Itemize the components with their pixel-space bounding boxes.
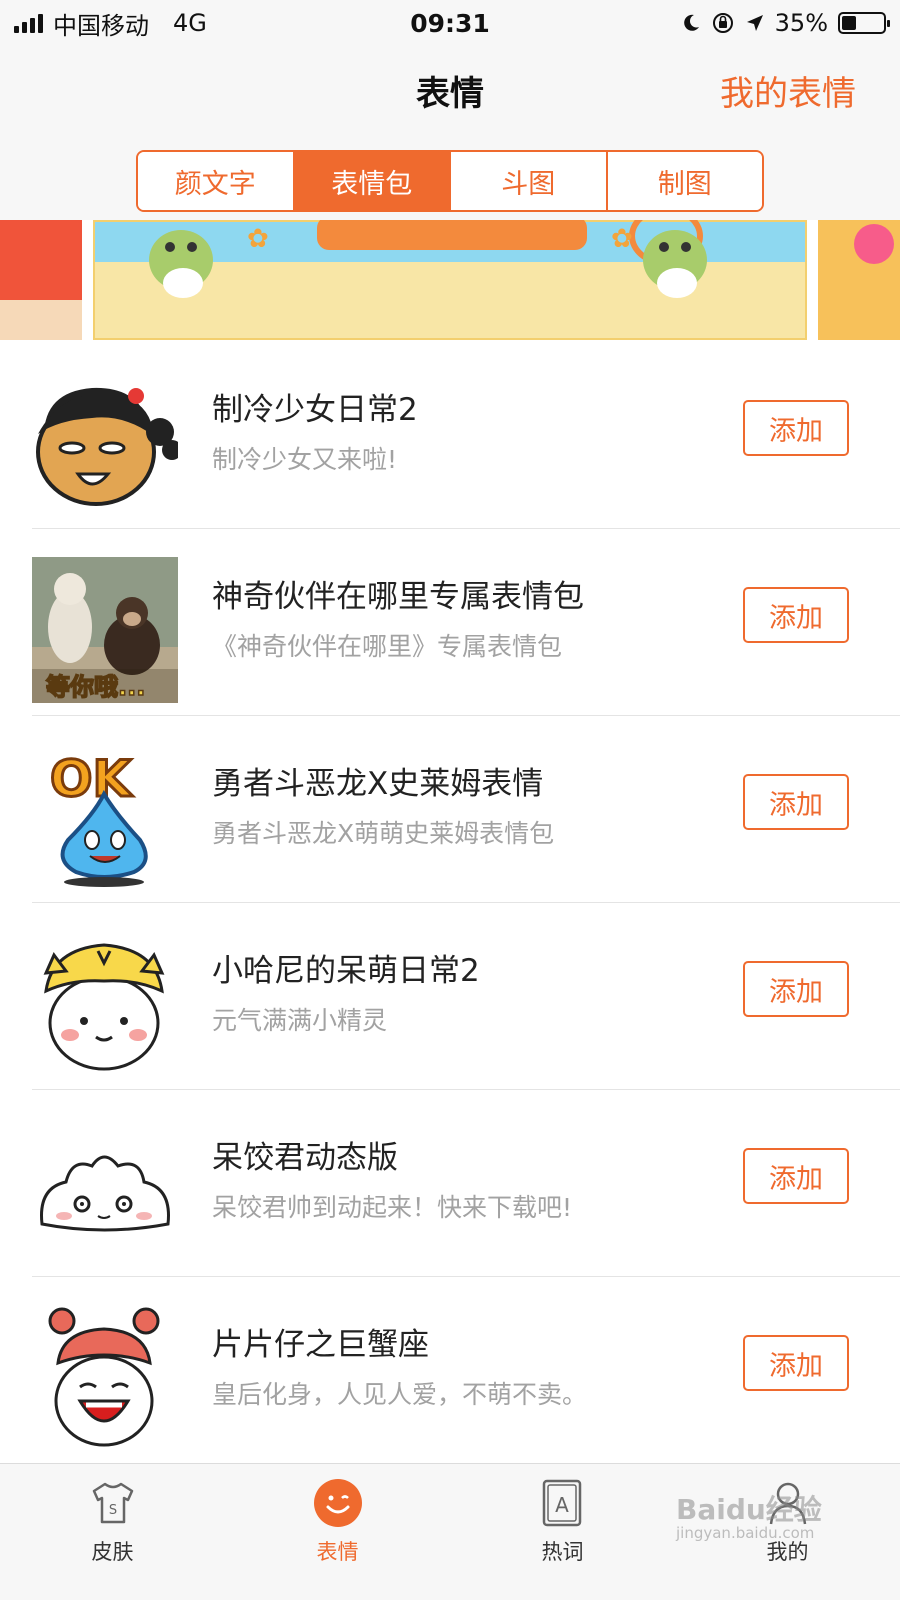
list-item[interactable]: 片片仔之巨蟹座 皇后化身，人见人爱，不萌不卖。 添加 xyxy=(0,1277,900,1464)
my-stickers-link[interactable]: 我的表情 xyxy=(720,66,856,115)
smile-face-icon xyxy=(313,1479,362,1527)
segment-area: 颜文字 表情包 斗图 制图 xyxy=(0,136,900,220)
item-title: 呆饺君动态版 xyxy=(212,1140,398,1176)
segment-sticker-packs[interactable]: 表情包 xyxy=(294,152,451,210)
list-item[interactable]: 呆饺君动态版 呆饺君帅到动起来！快来下载吧! 添加 xyxy=(0,1090,900,1277)
slime-ok-icon: OK xyxy=(49,749,148,887)
item-desc: 元气满满小精灵 xyxy=(212,1006,388,1035)
network-label: 4G xyxy=(173,9,207,37)
sticker-pack-list: 制冷少女日常2 制冷少女又来啦! 添加 等你哦... 神奇伙伴在哪里专属表情包 … xyxy=(0,342,900,1464)
watermark: Baidu经验 xyxy=(676,1493,822,1526)
carrier-label: 中国移动 xyxy=(53,11,149,40)
tab-stickers[interactable]: 表情 xyxy=(225,1464,450,1600)
signal-icon xyxy=(14,13,43,33)
banner-carousel[interactable]: ✿ ✿ xyxy=(0,220,900,342)
tiger-hat-kid-icon xyxy=(43,943,165,1071)
status-right: 35% xyxy=(681,9,890,37)
svg-text:A: A xyxy=(555,1493,569,1517)
add-button[interactable]: 添加 xyxy=(743,1335,849,1391)
battery-icon xyxy=(838,12,890,34)
banner-prev-slide[interactable] xyxy=(0,220,82,340)
tab-label: 热词 xyxy=(541,1540,584,1564)
item-desc: 《神奇伙伴在哪里》专属表情包 xyxy=(212,632,563,661)
status-left: 中国移动 4G xyxy=(14,6,207,41)
dinosaur-illustration xyxy=(135,224,227,306)
list-item[interactable]: 小哈尼的呆萌日常2 元气满满小精灵 添加 xyxy=(0,903,900,1090)
add-button[interactable]: 添加 xyxy=(743,961,849,1017)
item-desc: 皇后化身，人见人爱，不萌不卖。 xyxy=(212,1380,588,1409)
banner-next-slide[interactable] xyxy=(818,220,900,340)
item-title: 片片仔之巨蟹座 xyxy=(212,1327,429,1363)
segment-doutu[interactable]: 斗图 xyxy=(451,152,608,210)
segment-make-image[interactable]: 制图 xyxy=(607,152,762,210)
item-desc: 呆饺君帅到动起来！快来下载吧! xyxy=(212,1193,573,1222)
flower-icon: ✿ xyxy=(247,224,269,254)
crab-kid-icon xyxy=(48,1307,160,1447)
item-desc: 勇者斗恶龙X萌萌史莱姆表情包 xyxy=(212,819,555,848)
segmented-control: 颜文字 表情包 斗图 制图 xyxy=(136,150,764,212)
nav-bar: 表情 我的表情 xyxy=(0,46,900,136)
item-title: 小哈尼的呆萌日常2 xyxy=(212,953,480,989)
svg-text:OK: OK xyxy=(50,750,134,808)
list-item[interactable]: 等你哦... 神奇伙伴在哪里专属表情包 《神奇伙伴在哪里》专属表情包 添加 xyxy=(0,529,900,716)
girl-face-icon xyxy=(36,387,178,506)
status-bar: 中国移动 4G 09:31 35% xyxy=(0,0,900,46)
battery-fill xyxy=(842,16,856,30)
add-button[interactable]: 添加 xyxy=(743,774,849,830)
add-button[interactable]: 添加 xyxy=(743,1148,849,1204)
item-title: 制冷少女日常2 xyxy=(212,392,418,428)
segment-kaomoji[interactable]: 颜文字 xyxy=(138,152,295,210)
tab-label: 表情 xyxy=(316,1540,359,1564)
dog-monkey-photo: 等你哦... xyxy=(32,557,178,703)
shirt-icon: S xyxy=(92,1482,133,1524)
banner-slide[interactable]: ✿ ✿ xyxy=(93,220,807,340)
location-icon xyxy=(746,15,763,31)
letter-a-icon: A xyxy=(542,1479,581,1527)
rotation-lock-icon xyxy=(712,13,733,33)
status-time: 09:31 xyxy=(410,8,490,38)
tab-label: 皮肤 xyxy=(91,1540,134,1564)
tab-hot-words[interactable]: A 热词 xyxy=(450,1464,675,1600)
list-item[interactable]: 制冷少女日常2 制冷少女又来啦! 添加 xyxy=(0,342,900,529)
item-title: 勇者斗恶龙X史莱姆表情 xyxy=(212,766,544,802)
battery-percent: 35% xyxy=(774,9,828,37)
list-item[interactable]: OK 勇者斗恶龙X史莱姆表情 勇者斗恶龙X萌萌史莱姆表情包 添加 xyxy=(0,716,900,903)
dumpling-face-icon xyxy=(40,1155,170,1232)
item-desc: 制冷少女又来啦! xyxy=(212,445,398,474)
tab-skin[interactable]: S 皮肤 xyxy=(0,1464,225,1600)
svg-text:等你哦...: 等你哦... xyxy=(46,673,145,701)
watermark-sub: jingyan.baidu.com xyxy=(676,1524,815,1542)
add-button[interactable]: 添加 xyxy=(743,587,849,643)
svg-text:S: S xyxy=(108,1503,116,1518)
banner-title-art xyxy=(317,220,587,250)
item-title: 神奇伙伴在哪里专属表情包 xyxy=(212,579,584,615)
moon-icon xyxy=(683,14,699,31)
add-button[interactable]: 添加 xyxy=(743,400,849,456)
dinosaur-illustration xyxy=(629,224,721,306)
